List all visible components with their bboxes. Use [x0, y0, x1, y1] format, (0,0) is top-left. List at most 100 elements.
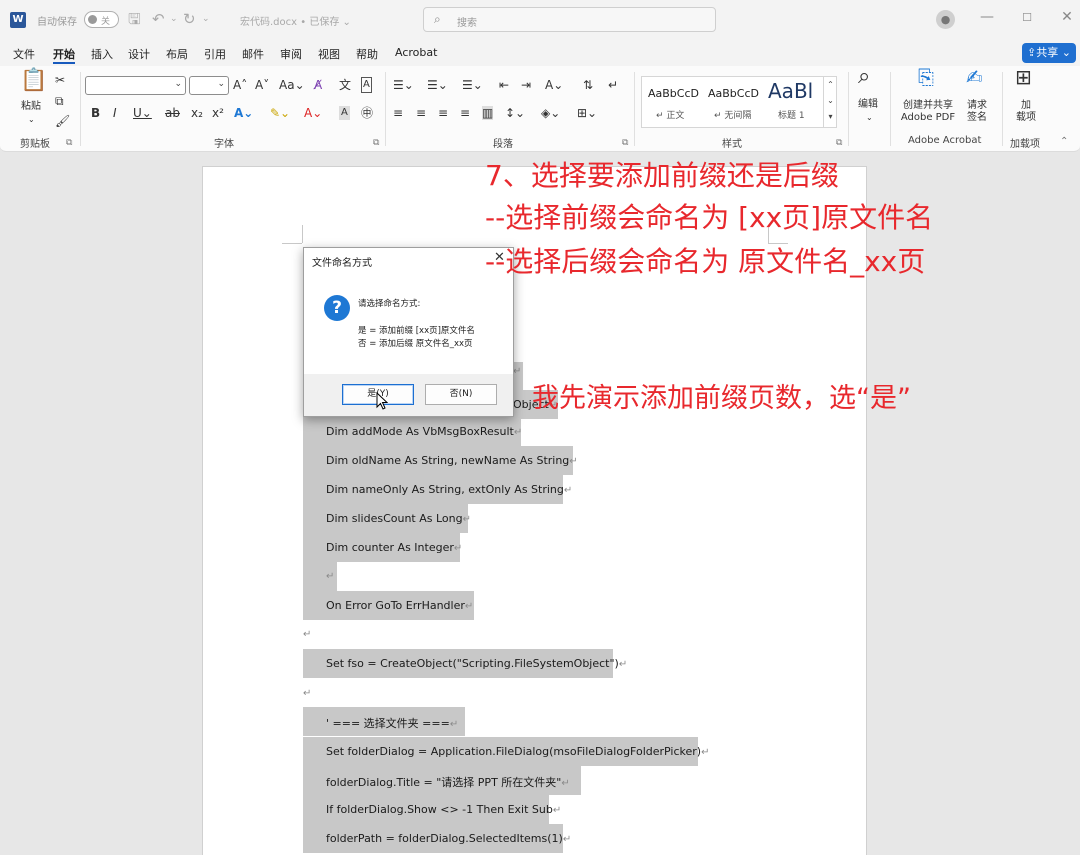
- request-signature-label[interactable]: 请求 签名: [962, 100, 992, 124]
- style-nospacing-sample[interactable]: AaBbCcD: [708, 87, 759, 100]
- borders-icon[interactable]: ⊞⌄: [577, 106, 597, 120]
- tab-layout[interactable]: 布局: [166, 46, 188, 62]
- save-icon[interactable]: 🖫: [128, 11, 141, 27]
- character-shading-icon[interactable]: A: [339, 106, 350, 120]
- tab-view[interactable]: 视图: [318, 46, 340, 62]
- clear-formatting-icon[interactable]: A̸: [314, 78, 322, 92]
- bold-icon[interactable]: B: [91, 106, 100, 120]
- minimize-icon[interactable]: —: [977, 9, 997, 25]
- text-effects-icon[interactable]: A⌄: [234, 106, 253, 120]
- find-icon[interactable]: ⌕: [858, 66, 870, 88]
- code-line[interactable]: Dim slidesCount As Long↵: [303, 504, 471, 533]
- style-normal-name[interactable]: ↵ 正文: [656, 108, 684, 121]
- distributed-icon[interactable]: ▥: [482, 106, 494, 120]
- tab-file[interactable]: 文件: [13, 46, 35, 62]
- enclose-characters-icon[interactable]: ㊥: [361, 106, 373, 120]
- autosave-toggle[interactable]: 关: [84, 11, 119, 28]
- increase-indent-icon[interactable]: ⇥: [521, 78, 531, 92]
- tab-help[interactable]: 帮助: [356, 46, 378, 62]
- subscript-icon[interactable]: x₂: [191, 106, 203, 120]
- font-name-combo[interactable]: ⌄: [85, 76, 186, 95]
- code-line[interactable]: Dim nameOnly As String, extOnly As Strin…: [303, 475, 572, 504]
- align-left-icon[interactable]: ≡: [393, 106, 403, 120]
- font-color-icon[interactable]: A⌄: [304, 106, 322, 120]
- collapse-ribbon-icon[interactable]: ⌃: [1060, 136, 1068, 147]
- code-line[interactable]: folderPath = folderDialog.SelectedItems(…: [303, 824, 571, 853]
- undo-dropdown-icon[interactable]: ⌄: [170, 11, 178, 27]
- change-case-icon[interactable]: Aa⌄: [279, 78, 305, 92]
- phonetic-guide-icon[interactable]: 文: [339, 78, 351, 92]
- request-signature-icon[interactable]: ✍: [966, 67, 983, 87]
- undo-icon[interactable]: ↶: [152, 11, 165, 27]
- maximize-icon[interactable]: ☐: [1017, 11, 1037, 24]
- style-nospacing-name[interactable]: ↵ 无间隔: [714, 108, 751, 121]
- editing-dropdown-icon[interactable]: ⌄: [866, 112, 873, 124]
- font-size-combo[interactable]: ⌄: [189, 76, 229, 95]
- highlight-color-icon[interactable]: ✎⌄: [270, 106, 290, 120]
- paste-label[interactable]: 粘贴: [21, 100, 41, 114]
- styles-scroll[interactable]: ⌃ ⌄ ▾: [823, 77, 837, 127]
- code-line[interactable]: On Error GoTo ErrHandler↵: [303, 591, 474, 620]
- style-normal-sample[interactable]: AaBbCcD: [648, 87, 699, 100]
- character-border-icon[interactable]: A: [361, 77, 372, 93]
- paste-icon[interactable]: 📋: [20, 70, 47, 92]
- line-spacing-icon[interactable]: ↕⌄: [505, 106, 525, 120]
- editing-label[interactable]: 编辑: [858, 99, 878, 111]
- code-line[interactable]: Dim counter As Integer↵: [303, 533, 462, 562]
- customize-dropdown-icon[interactable]: ⌄: [202, 11, 210, 27]
- document-title[interactable]: 宏代码.docx • 已保存 ⌄: [240, 13, 351, 28]
- account-avatar-icon[interactable]: ●: [936, 10, 955, 29]
- redo-icon[interactable]: ↻: [183, 11, 196, 27]
- cut-icon[interactable]: ✂: [55, 73, 65, 87]
- paragraph-launcher-icon[interactable]: ⧉: [622, 138, 628, 148]
- code-line[interactable]: ' === 选择文件夹 ===↵: [303, 707, 465, 736]
- font-launcher-icon[interactable]: ⧉: [373, 138, 379, 148]
- clipboard-launcher-icon[interactable]: ⧉: [66, 138, 72, 148]
- strikethrough-icon[interactable]: ab: [165, 106, 180, 120]
- search-box[interactable]: ⌕ 搜索: [423, 7, 716, 32]
- tab-insert[interactable]: 插入: [91, 46, 113, 62]
- code-line[interactable]: Set folderDialog = Application.FileDialo…: [303, 737, 710, 766]
- asian-layout-icon[interactable]: A⌄: [545, 78, 563, 92]
- share-button[interactable]: ⇪共享 ⌄: [1022, 43, 1076, 63]
- tab-design[interactable]: 设计: [128, 46, 150, 62]
- shading-icon[interactable]: ◈⌄: [541, 106, 560, 120]
- code-line[interactable]: Dim addMode As VbMsgBoxResult↵: [303, 417, 522, 446]
- show-marks-icon[interactable]: ↵: [608, 78, 618, 92]
- italic-icon[interactable]: I: [113, 106, 117, 120]
- code-line[interactable]: Set fso = CreateObject("Scripting.FileSy…: [303, 649, 627, 678]
- copy-icon[interactable]: ⧉: [55, 94, 64, 108]
- create-pdf-label[interactable]: 创建并共享 Adobe PDF: [899, 100, 957, 124]
- code-line[interactable]: ↵: [303, 562, 337, 591]
- underline-icon[interactable]: U⌄: [133, 106, 152, 120]
- addins-icon[interactable]: ⊞: [1015, 67, 1032, 87]
- code-line[interactable]: If folderDialog.Show <> -1 Then Exit Sub…: [303, 795, 561, 824]
- sort-icon[interactable]: ⇅: [583, 78, 593, 92]
- decrease-indent-icon[interactable]: ⇤: [499, 78, 509, 92]
- tab-home[interactable]: 开始: [53, 46, 75, 62]
- code-line[interactable]: folderDialog.Title = "请选择 PPT 所在文件夹"↵: [303, 766, 581, 795]
- create-pdf-icon[interactable]: ⎘: [918, 67, 934, 87]
- close-icon[interactable]: ✕: [1057, 9, 1077, 25]
- justify-icon[interactable]: ≡: [460, 106, 470, 120]
- superscript-icon[interactable]: x²: [212, 106, 224, 120]
- grow-font-icon[interactable]: A˄: [233, 78, 247, 92]
- paste-dropdown-icon[interactable]: ⌄: [28, 113, 35, 127]
- styles-launcher-icon[interactable]: ⧉: [836, 138, 842, 148]
- bullets-icon[interactable]: ☰⌄: [393, 78, 414, 92]
- format-painter-icon[interactable]: 🖌: [55, 114, 70, 128]
- tab-references[interactable]: 引用: [204, 46, 226, 62]
- style-heading1-sample[interactable]: AaBl: [768, 79, 813, 103]
- multilevel-list-icon[interactable]: ☰⌄: [462, 78, 483, 92]
- no-button[interactable]: 否(N): [425, 384, 497, 405]
- align-right-icon[interactable]: ≡: [438, 106, 448, 120]
- tab-review[interactable]: 审阅: [280, 46, 302, 62]
- shrink-font-icon[interactable]: A˅: [255, 78, 269, 92]
- tab-acrobat[interactable]: Acrobat: [395, 46, 437, 59]
- align-center-icon[interactable]: ≡: [416, 106, 426, 120]
- addins-label[interactable]: 加载项: [1012, 100, 1040, 124]
- style-heading1-name[interactable]: 标题 1: [778, 108, 805, 121]
- tab-mailings[interactable]: 邮件: [242, 46, 264, 62]
- numbering-icon[interactable]: ☰⌄: [427, 78, 448, 92]
- code-line[interactable]: Dim oldName As String, newName As String…: [303, 446, 578, 475]
